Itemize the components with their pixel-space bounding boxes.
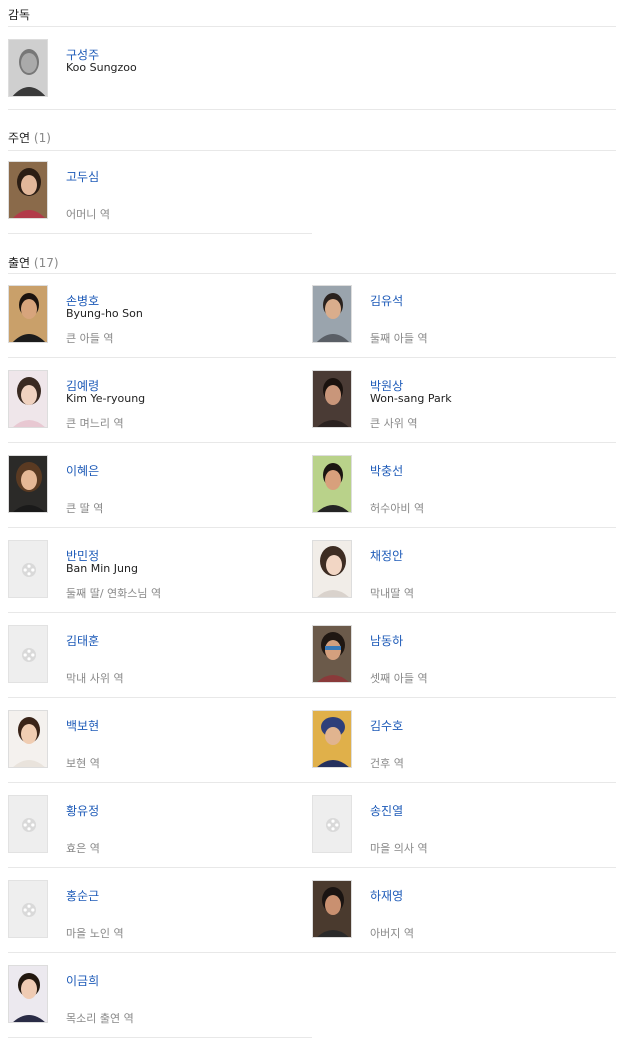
divider	[8, 26, 616, 27]
actor-name-link[interactable]: 황유정	[66, 802, 99, 819]
cast-card: 이혜은 큰 딸 역	[8, 455, 308, 519]
actor-photo[interactable]	[8, 285, 48, 343]
role-text: 마을 노인 역	[66, 927, 124, 940]
cast-card: 김유석 둘째 아들 역	[312, 285, 612, 349]
divider	[8, 1037, 312, 1038]
no-photo-placeholder[interactable]	[312, 795, 352, 853]
actor-english-name: Won-sang Park	[370, 392, 452, 405]
role-text: 효은 역	[66, 842, 100, 855]
role-text: 목소리 출연 역	[66, 1012, 134, 1025]
role-text: 큰 아들 역	[66, 332, 114, 345]
role-text: 어머니 역	[66, 208, 110, 221]
actor-name-link[interactable]: 채정안	[370, 547, 403, 564]
cast-card: 김수호 건후 역	[312, 710, 612, 774]
actor-name-link[interactable]: 박충선	[370, 462, 403, 479]
director-card: 구성주 Koo Sungzoo	[8, 39, 308, 103]
actor-photo[interactable]	[312, 710, 352, 768]
divider	[8, 233, 312, 234]
divider	[8, 612, 616, 613]
lead-card: 고두심 어머니 역	[8, 161, 308, 225]
actor-name-link[interactable]: 남동하	[370, 632, 403, 649]
section-title-cast: 출연 (17)	[8, 256, 59, 270]
actor-photo[interactable]	[8, 710, 48, 768]
no-photo-placeholder[interactable]	[8, 625, 48, 683]
role-text: 큰 며느리 역	[66, 417, 124, 430]
role-text: 마을 의사 역	[370, 842, 428, 855]
role-text: 둘째 딸/ 연화스님 역	[66, 587, 162, 600]
film-reel-icon	[326, 818, 340, 832]
actor-name-link[interactable]: 홍순근	[66, 887, 99, 904]
film-reel-icon	[22, 903, 36, 917]
actor-english-name: Ban Min Jung	[66, 562, 138, 575]
divider	[8, 109, 616, 110]
director-photo[interactable]	[8, 39, 48, 97]
actor-photo[interactable]	[312, 285, 352, 343]
actor-name-link[interactable]: 이금희	[66, 972, 99, 989]
cast-card: 남동하 셋째 아들 역	[312, 625, 612, 689]
actor-photo[interactable]	[8, 965, 48, 1023]
actor-english-name: Kim Ye-ryoung	[66, 392, 146, 405]
cast-card: 반민정 Ban Min Jung 둘째 딸/ 연화스님 역	[8, 540, 308, 604]
divider	[8, 273, 616, 274]
role-text: 허수아비 역	[370, 502, 425, 515]
actor-name-link[interactable]: 김태훈	[66, 632, 99, 649]
divider	[8, 150, 616, 151]
actor-name-link[interactable]: 고두심	[66, 168, 99, 185]
film-reel-icon	[22, 818, 36, 832]
cast-card: 박충선 허수아비 역	[312, 455, 612, 519]
role-text: 큰 딸 역	[66, 502, 104, 515]
divider	[8, 952, 616, 953]
cast-card: 김태훈 막내 사위 역	[8, 625, 308, 689]
cast-card: 손병호 Byung-ho Son 큰 아들 역	[8, 285, 308, 349]
actor-photo[interactable]	[8, 370, 48, 428]
cast-card: 이금희 목소리 출연 역	[8, 965, 308, 1029]
role-text: 보현 역	[66, 757, 100, 770]
cast-card: 채정안 막내딸 역	[312, 540, 612, 604]
divider	[8, 782, 616, 783]
no-photo-placeholder[interactable]	[8, 540, 48, 598]
actor-photo[interactable]	[8, 161, 48, 219]
film-reel-icon	[22, 648, 36, 662]
role-text: 막내 사위 역	[66, 672, 124, 685]
actor-photo[interactable]	[312, 540, 352, 598]
no-photo-placeholder[interactable]	[8, 795, 48, 853]
actor-name-link[interactable]: 하재영	[370, 887, 403, 904]
actor-name-link[interactable]: 송진열	[370, 802, 403, 819]
role-text: 둘째 아들 역	[370, 332, 428, 345]
cast-card: 김예령 Kim Ye-ryoung 큰 며느리 역	[8, 370, 308, 434]
section-title-lead: 주연 (1)	[8, 131, 51, 145]
actor-name-link[interactable]: 이혜은	[66, 462, 99, 479]
role-text: 막내딸 역	[370, 587, 414, 600]
role-text: 건후 역	[370, 757, 404, 770]
cast-card: 황유정 효은 역	[8, 795, 308, 859]
film-reel-icon	[22, 563, 36, 577]
actor-photo[interactable]	[312, 625, 352, 683]
divider	[8, 697, 616, 698]
cast-card: 홍순근 마을 노인 역	[8, 880, 308, 944]
actor-photo[interactable]	[312, 455, 352, 513]
cast-card: 송진열 마을 의사 역	[312, 795, 612, 859]
actor-name-link[interactable]: 백보현	[66, 717, 99, 734]
role-text: 아버지 역	[370, 927, 414, 940]
actor-photo[interactable]	[8, 455, 48, 513]
role-text: 셋째 아들 역	[370, 672, 428, 685]
divider	[8, 527, 616, 528]
actor-photo[interactable]	[312, 880, 352, 938]
director-english-name: Koo Sungzoo	[66, 61, 137, 74]
actor-english-name: Byung-ho Son	[66, 307, 143, 320]
cast-card: 하재영 아버지 역	[312, 880, 612, 944]
cast-card: 백보현 보현 역	[8, 710, 308, 774]
divider	[8, 442, 616, 443]
cast-card: 박원상 Won-sang Park 큰 사위 역	[312, 370, 612, 434]
role-text: 큰 사위 역	[370, 417, 418, 430]
no-photo-placeholder[interactable]	[8, 880, 48, 938]
actor-name-link[interactable]: 김유석	[370, 292, 403, 309]
actor-photo[interactable]	[312, 370, 352, 428]
section-title-director: 감독	[8, 8, 31, 22]
divider	[8, 867, 616, 868]
divider	[8, 357, 616, 358]
actor-name-link[interactable]: 김수호	[370, 717, 403, 734]
